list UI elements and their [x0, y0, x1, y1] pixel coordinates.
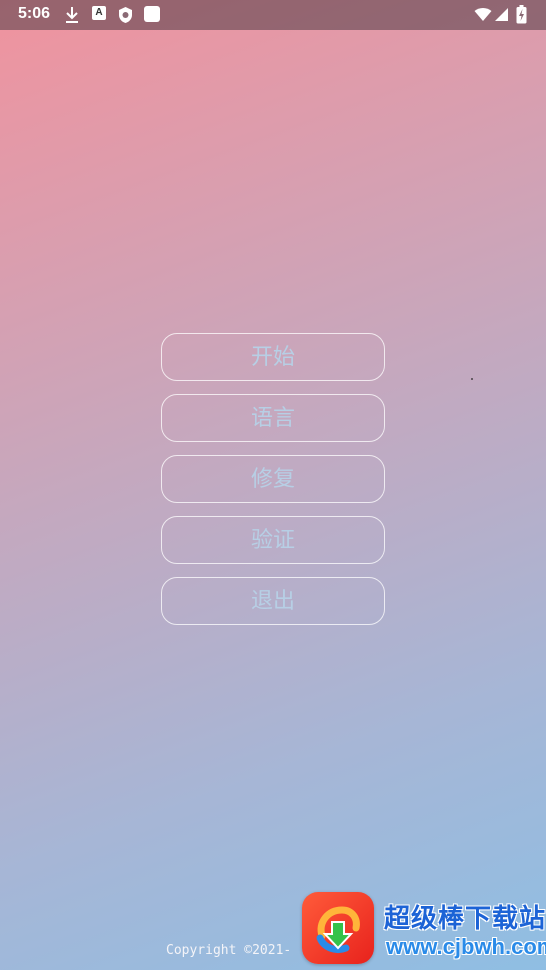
font-a-icon: A	[92, 6, 106, 20]
signal-icon	[495, 8, 508, 21]
verify-button[interactable]: 验证	[161, 516, 385, 564]
watermark-title: 超级棒下载站	[384, 904, 546, 934]
battery-charging-icon	[516, 5, 527, 24]
exit-button[interactable]: 退出	[161, 577, 385, 625]
repair-button[interactable]: 修复	[161, 455, 385, 503]
language-button[interactable]: 语言	[161, 394, 385, 442]
download-arrow-icon	[316, 906, 360, 954]
status-bar: 5:06 A	[0, 0, 546, 30]
start-button[interactable]: 开始	[161, 333, 385, 381]
shield-icon	[119, 7, 132, 23]
watermark-url: www.cjbwh.com	[386, 934, 546, 959]
stray-dot	[471, 378, 473, 380]
square-app-icon	[144, 6, 160, 22]
copyright-text: Copyright ©2021-	[166, 943, 292, 958]
status-time: 5:06	[18, 5, 51, 22]
watermark: 超级棒下载站 www.cjbwh.com	[302, 890, 546, 970]
wifi-icon	[474, 8, 492, 21]
download-icon	[66, 7, 78, 23]
watermark-logo	[302, 892, 374, 964]
main-menu: 开始 语言 修复 验证 退出	[161, 333, 385, 638]
